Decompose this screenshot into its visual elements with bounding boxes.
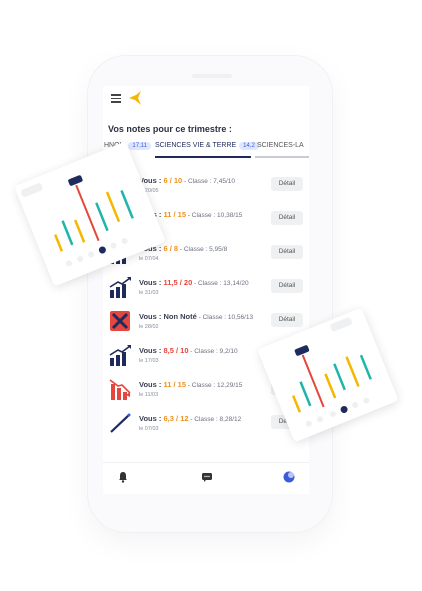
grade-total: 15 (177, 380, 186, 389)
grade-prefix: Vous : (139, 278, 164, 287)
tab-average-badge: 14,2 (239, 142, 259, 150)
student-grade: 11,5 (163, 278, 178, 287)
chart-up-icon (109, 277, 131, 298)
messages-icon[interactable] (201, 471, 213, 483)
active-tab-indicator (155, 156, 251, 158)
class-average: - Classe : 9,2/10 (188, 348, 238, 355)
grade-date: le 07/03 (139, 426, 159, 432)
grade-row: Vous : 11,5 / 20 - Classe : 13,14/20 le 3… (103, 274, 309, 306)
grade-total: 20 (183, 278, 193, 287)
tabs-scrollbar[interactable] (255, 156, 309, 158)
app-screen: Vos notes pour ce trimestre : HNOL. 17,11… (103, 86, 309, 494)
grade-summary: Vous : 6,3 / 12 - Classe : 8,28/12 (139, 414, 241, 423)
tab-sciences-vie-terre[interactable]: SCIENCES VIE & TERRE 14,2 (155, 142, 259, 150)
class-average: - Classe : 10,56/13 (196, 314, 254, 321)
grade-date: le 17/03 (139, 358, 159, 364)
grade-total: 15 (177, 210, 186, 219)
hamburger-menu-icon[interactable] (111, 94, 121, 103)
grade-row: Vous : Non Noté - Classe : 10,56/13 le 28… (103, 308, 309, 340)
tab-sciences-la[interactable]: SCIENCES-LA (257, 142, 304, 149)
app-logo-icon (129, 91, 141, 105)
grade-summary: Vous : Non Noté - Classe : 10,56/13 (139, 312, 253, 321)
grade-summary: Vous : 11,5 / 20 - Classe : 13,14/20 (139, 278, 249, 287)
grade-date: le 07/04 (139, 256, 159, 262)
class-average: - Classe : 12,29/15 (186, 382, 243, 389)
grade-summary: Vous : 11 / 15 - Classe : 12,29/15 (139, 380, 242, 389)
grade-total: 10 (180, 346, 189, 355)
grade-prefix: Vous : (139, 380, 164, 389)
grade-total: 10 (173, 176, 183, 185)
grade-date: le 11/03 (139, 392, 159, 398)
bell-icon[interactable] (117, 471, 129, 483)
student-grade: Non Noté (163, 312, 197, 321)
tab-label: SCIENCES VIE & TERRE (155, 142, 237, 149)
grade-date: le 28/02 (139, 324, 159, 330)
tab-label: SCIENCES-LA (257, 142, 304, 149)
grade-date: le 31/03 (139, 290, 159, 296)
grade-summary: Vous : 6 / 10 - Classe : 7,45/10 (139, 176, 235, 185)
class-average: - Classe : 13,14/20 (192, 280, 249, 287)
page-title: Vos notes pour ce trimestre : (108, 124, 232, 134)
chart-up-icon (109, 345, 131, 366)
grade-prefix: Vous : (139, 312, 164, 321)
chart-down-icon (109, 379, 131, 400)
grade-prefix: Vous : (139, 346, 164, 355)
student-grade: 8,5 (163, 346, 174, 355)
grade-row: Vous : 6,3 / 12 - Classe : 8,28/12 le 07/… (103, 410, 309, 442)
phone-speaker (192, 74, 232, 78)
grade-prefix: Vous : (139, 414, 164, 423)
bottom-nav (103, 462, 309, 494)
grade-total: 12 (180, 414, 189, 423)
detail-button[interactable]: Détail (271, 245, 303, 259)
tab-average-badge: 17,11 (128, 142, 151, 150)
grade-summary: Vous : 8,5 / 10 - Classe : 9,2/10 (139, 346, 238, 355)
cross-icon (110, 311, 130, 331)
student-grade: 6,3 (163, 414, 174, 423)
subject-tabs: HNOL. 17,11 SCIENCES VIE & TERRE 14,2 SCIE… (103, 142, 309, 156)
trend-line-icon (110, 413, 131, 433)
detail-button[interactable]: Détail (271, 313, 303, 327)
detail-button[interactable]: Détail (271, 211, 303, 225)
grades-icon[interactable] (283, 471, 295, 483)
top-bar (103, 86, 309, 116)
class-average: - Classe : 5,95/8 (178, 246, 228, 253)
class-average: - Classe : 7,45/10 (182, 178, 235, 185)
detail-button[interactable]: Détail (271, 279, 303, 293)
detail-button[interactable]: Détail (271, 177, 303, 191)
class-average: - Classe : 10,38/15 (186, 212, 243, 219)
class-average: - Classe : 8,28/12 (188, 416, 242, 423)
